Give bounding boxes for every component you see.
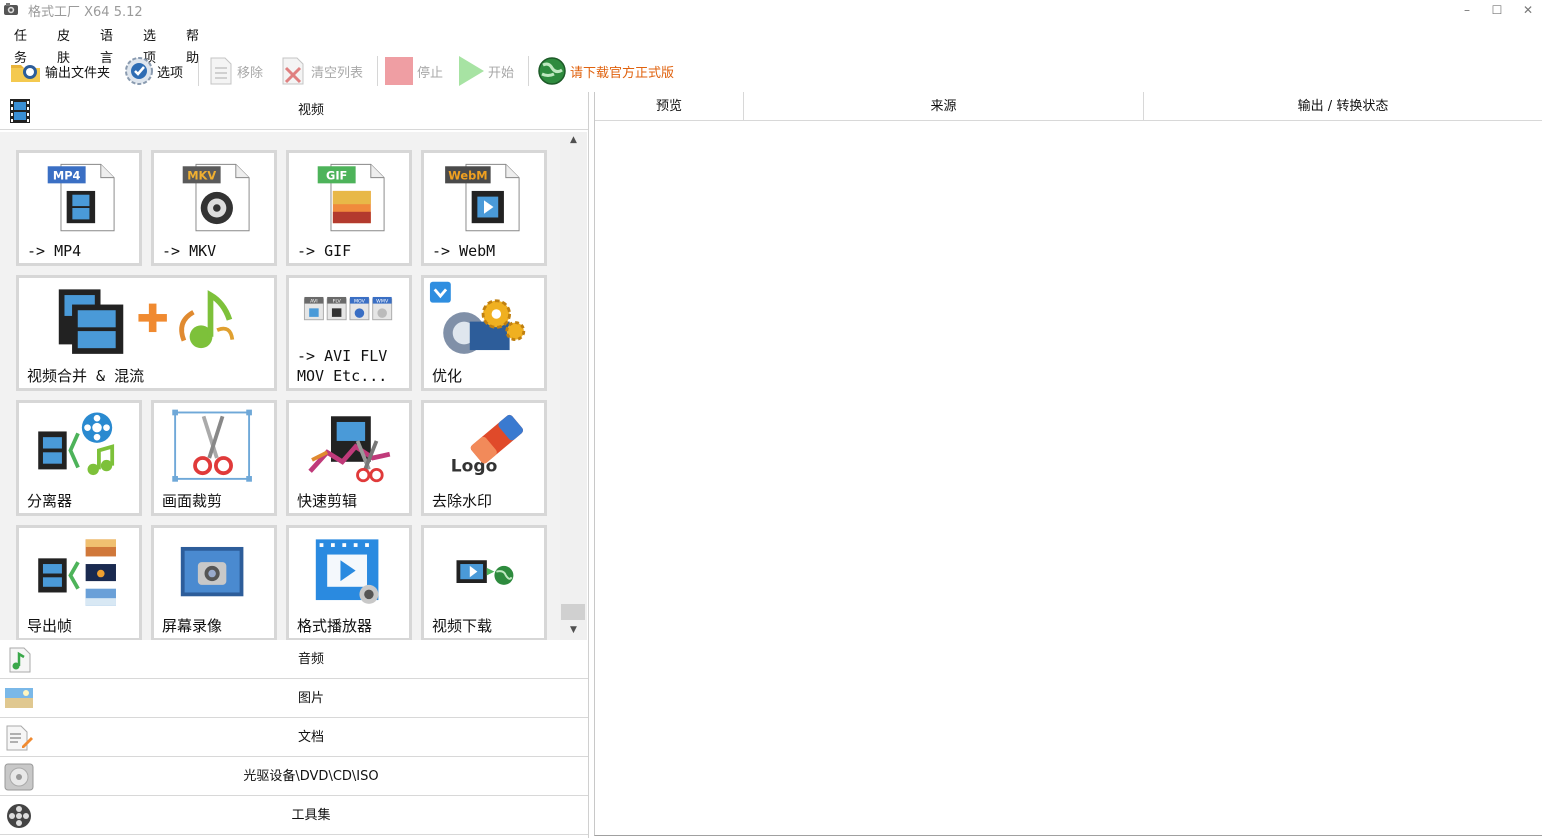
tile-to-mp4[interactable]: MP4 -> MP4: [16, 150, 142, 266]
output-folder-button[interactable]: 输出文件夹: [10, 52, 110, 90]
tile-label: -> GIF: [297, 242, 352, 260]
tile-label: 视频下载: [432, 617, 493, 635]
column-header-preview[interactable]: 预览: [595, 92, 744, 121]
tile-badge: MKV: [187, 169, 216, 183]
gear-icon: [125, 57, 153, 85]
tile-label: 分离器: [27, 492, 73, 510]
stop-icon: [385, 57, 413, 85]
category-document-header[interactable]: 文档: [0, 719, 588, 757]
tile-to-mkv[interactable]: MKV -> MKV: [151, 150, 277, 266]
tile-screen-record[interactable]: 屏幕录像: [151, 525, 277, 640]
tile-label: -> MKV: [162, 242, 217, 260]
tile-badge: GIF: [326, 169, 347, 183]
tile-label: -> AVI FLV MOV Etc...: [297, 347, 388, 385]
column-header-source[interactable]: 来源: [744, 92, 1144, 121]
mini-badge: MOV: [354, 299, 366, 305]
options-button[interactable]: 选项: [124, 52, 183, 90]
window-title: 格式工厂 X64 5.12: [28, 5, 143, 20]
scroll-down-arrow-icon[interactable]: ▼: [560, 622, 587, 638]
picture-icon: [5, 688, 33, 708]
category-image-label: 图片: [297, 691, 324, 706]
category-image-header[interactable]: 图片: [0, 680, 588, 718]
mini-badge: WMV: [376, 299, 389, 305]
tile-badge: WebM: [448, 169, 487, 183]
app-logo-icon: [4, 3, 18, 15]
tile-export-frames[interactable]: 导出帧: [16, 525, 142, 640]
tile-label: 去除水印: [432, 492, 493, 510]
mini-badge: FLV: [333, 299, 342, 305]
category-audio-header[interactable]: 音频: [0, 641, 588, 679]
tool-grid-scrollbar[interactable]: ▲ ▼: [560, 132, 587, 640]
category-optical-header[interactable]: 光驱设备\DVD\CD\ISO: [0, 758, 588, 796]
tile-label: -> MP4: [27, 242, 82, 260]
tile-label: -> WebM: [432, 242, 496, 260]
task-list: 预览 来源 输出 / 转换状态: [594, 92, 1542, 836]
clear-list-button[interactable]: 清空列表: [280, 52, 363, 90]
folder-icon: [11, 65, 40, 82]
tile-remove-watermark[interactable]: Logo 去除水印: [421, 400, 547, 516]
optical-drive-icon: [4, 763, 34, 791]
tile-video-download[interactable]: 视频下载: [421, 525, 547, 640]
document-remove-icon: [210, 57, 232, 85]
tile-optimize[interactable]: 优化: [421, 275, 547, 391]
start-button[interactable]: 开始: [457, 52, 514, 90]
toolbar-separator: [528, 56, 529, 86]
tile-label: 视频合并 & 混流: [27, 367, 145, 385]
tile-format-player[interactable]: 格式播放器: [286, 525, 412, 640]
tile-quick-cut[interactable]: 快速剪辑: [286, 400, 412, 516]
stop-button[interactable]: 停止: [384, 52, 443, 90]
column-header-output-status[interactable]: 输出 / 转换状态: [1144, 92, 1542, 121]
toolbar-separator: [198, 56, 199, 86]
tile-splitter[interactable]: 分离器: [16, 400, 142, 516]
film-reel-icon: [7, 804, 31, 828]
category-panel: 视频 MP4 -> MP4 MKV -> MKV GIF -> GIF WebM…: [0, 92, 589, 838]
tile-label: 优化: [432, 367, 463, 385]
category-document-label: 文档: [297, 730, 324, 745]
mini-badge: AVI: [310, 299, 318, 305]
category-optical-label: 光驱设备\DVD\CD\ISO: [243, 769, 379, 784]
close-button[interactable]: ✕: [1513, 1, 1542, 19]
category-tools-label: 工具集: [291, 808, 331, 823]
tile-label: 快速剪辑: [297, 492, 358, 510]
tile-label: 屏幕录像: [162, 617, 223, 635]
tile-label: 画面裁剪: [162, 492, 223, 510]
video-tool-grid: MP4 -> MP4 MKV -> MKV GIF -> GIF WebM ->…: [0, 132, 560, 640]
download-official-link[interactable]: 请下载官方正式版: [537, 52, 674, 90]
maximize-button[interactable]: ☐: [1482, 1, 1512, 19]
category-video-header[interactable]: 视频: [0, 92, 588, 130]
title-bar: 格式工厂 X64 5.12 – ☐ ✕: [0, 0, 1542, 22]
toolbar-separator: [377, 56, 378, 86]
play-icon: [459, 56, 484, 86]
clear-list-icon: [282, 57, 304, 85]
tile-crop[interactable]: 画面裁剪: [151, 400, 277, 516]
tile-to-gif[interactable]: GIF -> GIF: [286, 150, 412, 266]
minimize-button[interactable]: –: [1452, 1, 1482, 19]
category-tools-header[interactable]: 工具集: [0, 797, 588, 835]
remove-button[interactable]: 移除: [208, 52, 263, 90]
category-audio-label: 音频: [297, 652, 324, 667]
tile-badge: MP4: [53, 169, 81, 183]
tile-label: 格式播放器: [297, 617, 373, 635]
toolbar: 输出文件夹 选项 移除 清空列表 停止 开始 请下载官方正式版: [0, 52, 1542, 90]
tile-to-webm[interactable]: WebM -> WebM: [421, 150, 547, 266]
scroll-up-arrow-icon[interactable]: ▲: [560, 132, 587, 148]
tile-video-merge[interactable]: 视频合并 & 混流: [16, 275, 277, 391]
film-icon: [10, 99, 30, 123]
scroll-thumb[interactable]: [561, 604, 585, 620]
music-note-icon: [9, 647, 31, 673]
globe-icon: [538, 57, 566, 85]
tile-to-avi-flv-mov[interactable]: AVI FLV MOV WMV -> AVI FLV MOV Etc...: [286, 275, 412, 391]
tile-label: 导出帧: [27, 617, 73, 635]
category-video-label: 视频: [297, 103, 324, 118]
document-edit-icon: [6, 725, 33, 751]
